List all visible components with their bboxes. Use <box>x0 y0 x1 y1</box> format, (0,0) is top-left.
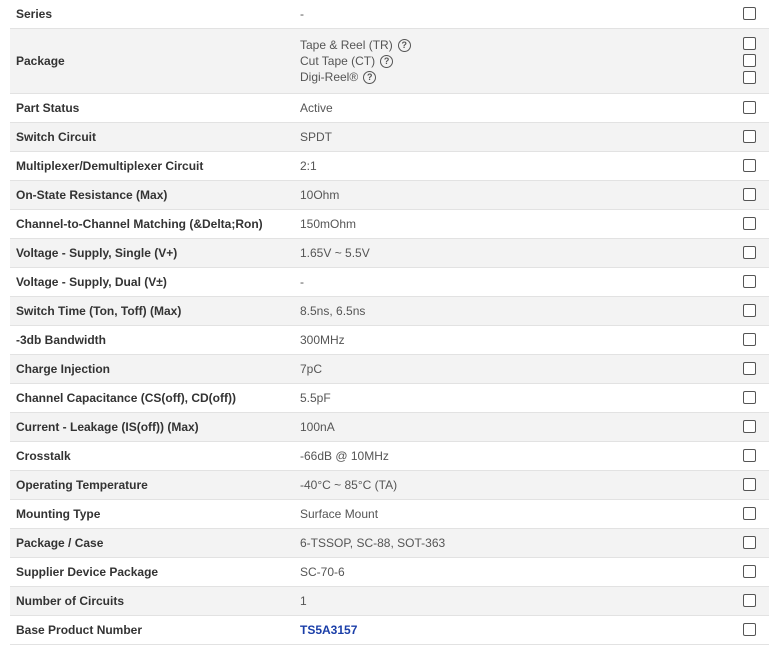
filter-checkbox-crosstalk[interactable] <box>743 449 756 462</box>
package-option-digireel: Digi-Reel® ? <box>300 69 411 85</box>
attr-row-series: Series - <box>10 0 769 29</box>
attr-label: Multiplexer/Demultiplexer Circuit <box>16 159 204 173</box>
question-circle-icon[interactable]: ? <box>363 70 377 84</box>
attr-value: - <box>300 275 304 289</box>
product-attributes-table: Series - Package Tape & Reel (TR) ? Cut … <box>10 0 769 645</box>
filter-checkbox-channel-capacitance[interactable] <box>743 391 756 404</box>
attr-row-switch-time: Switch Time (Ton, Toff) (Max) 8.5ns, 6.5… <box>10 297 769 326</box>
attr-label: Package / Case <box>16 536 104 550</box>
filter-checkbox-bandwidth[interactable] <box>743 333 756 346</box>
attr-label: Switch Time (Ton, Toff) (Max) <box>16 304 182 318</box>
attr-value: Surface Mount <box>300 507 379 521</box>
attr-row-channel-matching: Channel-to-Channel Matching (&Delta;Ron)… <box>10 210 769 239</box>
attr-value: 300MHz <box>300 333 345 347</box>
attr-label: Switch Circuit <box>16 130 97 144</box>
filter-checkbox-voltage-dual[interactable] <box>743 275 756 288</box>
filter-checkbox-charge-injection[interactable] <box>743 362 756 375</box>
attr-label: Channel Capacitance (CS(off), CD(off)) <box>16 391 236 405</box>
attr-row-mux-circuit: Multiplexer/Demultiplexer Circuit 2:1 <box>10 152 769 181</box>
attr-value: 2:1 <box>300 159 317 173</box>
attr-label: -3db Bandwidth <box>16 333 106 347</box>
attr-value: 150mOhm <box>300 217 357 231</box>
filter-checkbox-part-status[interactable] <box>743 101 756 114</box>
attr-value: SPDT <box>300 130 333 144</box>
attr-row-channel-capacitance: Channel Capacitance (CS(off), CD(off)) 5… <box>10 384 769 413</box>
attr-value: -40°C ~ 85°C (TA) <box>300 478 398 492</box>
attr-label: Current - Leakage (IS(off)) (Max) <box>16 420 199 434</box>
package-options: Tape & Reel (TR) ? Cut Tape (CT) ? Digi-… <box>300 37 411 85</box>
attr-label: Base Product Number <box>16 623 143 637</box>
attr-label: Number of Circuits <box>16 594 125 608</box>
attr-label: Package <box>16 54 65 68</box>
filter-checkbox-switch-time[interactable] <box>743 304 756 317</box>
attr-label: On-State Resistance (Max) <box>16 188 168 202</box>
attr-row-part-status: Part Status Active <box>10 94 769 123</box>
filter-checkbox-voltage-single[interactable] <box>743 246 756 259</box>
filter-checkbox-package-tr[interactable] <box>743 37 756 50</box>
attr-label: Voltage - Supply, Single (V+) <box>16 246 178 260</box>
attr-value: Active <box>300 101 333 115</box>
attr-value: 1.65V ~ 5.5V <box>300 246 370 260</box>
attr-label: Crosstalk <box>16 449 71 463</box>
attr-row-base-product-number: Base Product Number TS5A3157 <box>10 616 769 645</box>
attr-row-bandwidth: -3db Bandwidth 300MHz <box>10 326 769 355</box>
filter-checkbox-package-digireel[interactable] <box>743 71 756 84</box>
filter-checkbox-leakage-current[interactable] <box>743 420 756 433</box>
attr-value: 5.5pF <box>300 391 331 405</box>
package-option-label: Tape & Reel (TR) <box>300 38 393 52</box>
attr-value: 1 <box>300 594 307 608</box>
attr-row-package-case: Package / Case 6-TSSOP, SC-88, SOT-363 <box>10 529 769 558</box>
attr-label: Supplier Device Package <box>16 565 159 579</box>
question-circle-icon[interactable]: ? <box>380 54 394 68</box>
attr-label: Operating Temperature <box>16 478 148 492</box>
attr-label: Part Status <box>16 101 80 115</box>
attr-value: - <box>300 7 304 21</box>
filter-checkbox-series[interactable] <box>743 7 756 20</box>
filter-checkbox-number-of-circuits[interactable] <box>743 594 756 607</box>
filter-checkbox-package-ct[interactable] <box>743 54 756 67</box>
filter-checkbox-operating-temperature[interactable] <box>743 478 756 491</box>
question-circle-icon[interactable]: ? <box>397 38 411 52</box>
attr-label: Mounting Type <box>16 507 101 521</box>
attr-row-voltage-single: Voltage - Supply, Single (V+) 1.65V ~ 5.… <box>10 239 769 268</box>
filter-checkbox-base-product-number[interactable] <box>743 623 756 636</box>
attr-label: Charge Injection <box>16 362 111 376</box>
attr-value-container: TS5A3157 <box>300 616 357 644</box>
attr-value: 7pC <box>300 362 323 376</box>
attr-row-charge-injection: Charge Injection 7pC <box>10 355 769 384</box>
filter-checkbox-mounting-type[interactable] <box>743 507 756 520</box>
attr-value: 100nA <box>300 420 335 434</box>
attr-label: Voltage - Supply, Dual (V±) <box>16 275 167 289</box>
attr-row-mounting-type: Mounting Type Surface Mount <box>10 500 769 529</box>
attr-value: SC-70-6 <box>300 565 345 579</box>
filter-checkbox-supplier-device-package[interactable] <box>743 565 756 578</box>
filter-checkbox-on-state-resistance[interactable] <box>743 188 756 201</box>
package-option-label: Cut Tape (CT) <box>300 54 376 68</box>
attr-row-operating-temperature: Operating Temperature -40°C ~ 85°C (TA) <box>10 471 769 500</box>
attr-value: -66dB @ 10MHz <box>300 449 389 463</box>
attr-row-switch-circuit: Switch Circuit SPDT <box>10 123 769 152</box>
attr-row-voltage-dual: Voltage - Supply, Dual (V±) - <box>10 268 769 297</box>
attr-label: Channel-to-Channel Matching (&Delta;Ron) <box>16 217 263 231</box>
attr-value: 8.5ns, 6.5ns <box>300 304 366 318</box>
filter-checkbox-mux-circuit[interactable] <box>743 159 756 172</box>
base-product-number-link[interactable]: TS5A3157 <box>300 623 357 637</box>
package-option-tr: Tape & Reel (TR) ? <box>300 37 411 53</box>
attr-row-package: Package Tape & Reel (TR) ? Cut Tape (CT)… <box>10 29 769 94</box>
attr-value: 10Ohm <box>300 188 340 202</box>
attr-value: 6-TSSOP, SC-88, SOT-363 <box>300 536 446 550</box>
filter-checkbox-package-case[interactable] <box>743 536 756 549</box>
attr-label: Series <box>16 7 53 21</box>
filter-checkbox-switch-circuit[interactable] <box>743 130 756 143</box>
attr-row-leakage-current: Current - Leakage (IS(off)) (Max) 100nA <box>10 413 769 442</box>
attr-row-on-state-resistance: On-State Resistance (Max) 10Ohm <box>10 181 769 210</box>
attr-row-number-of-circuits: Number of Circuits 1 <box>10 587 769 616</box>
filter-checkbox-channel-matching[interactable] <box>743 217 756 230</box>
package-option-ct: Cut Tape (CT) ? <box>300 53 411 69</box>
package-option-label: Digi-Reel® <box>300 70 359 84</box>
attr-row-supplier-device-package: Supplier Device Package SC-70-6 <box>10 558 769 587</box>
attr-row-crosstalk: Crosstalk -66dB @ 10MHz <box>10 442 769 471</box>
